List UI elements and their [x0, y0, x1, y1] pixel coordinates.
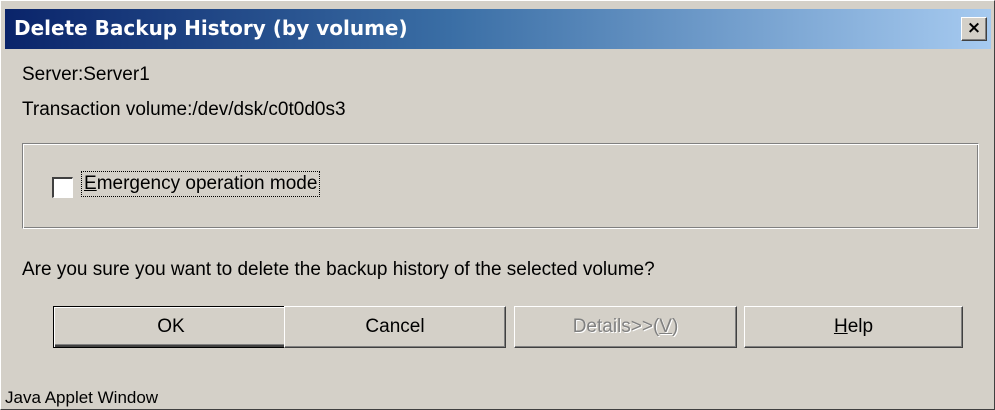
- details-label-suffix: ): [671, 316, 679, 337]
- emergency-mode-checkbox[interactable]: [52, 177, 73, 198]
- title-bar[interactable]: Delete Backup History (by volume) ×: [5, 9, 991, 49]
- confirmation-message: Are you sure you want to delete the back…: [22, 259, 655, 280]
- close-button[interactable]: ×: [961, 17, 987, 41]
- cancel-button[interactable]: Cancel: [284, 306, 506, 348]
- emergency-mode-label-text: mergency operation mode: [96, 173, 318, 194]
- help-button[interactable]: Help: [744, 306, 963, 348]
- emergency-mode-label[interactable]: Emergency operation mode: [80, 171, 321, 197]
- help-mnemonic: H: [833, 316, 848, 337]
- applet-window-footer: Java Applet Window: [5, 388, 159, 407]
- server-label: Server:Server1: [22, 64, 150, 85]
- help-label-text: elp: [847, 316, 874, 337]
- emergency-mode-mnemonic: E: [84, 173, 97, 194]
- ok-button[interactable]: OK: [53, 306, 289, 348]
- dialog-title: Delete Backup History (by volume): [14, 16, 408, 40]
- details-button[interactable]: Details>>(V): [514, 306, 737, 348]
- options-group: Emergency operation mode: [22, 143, 979, 229]
- details-mnemonic: V: [659, 316, 672, 337]
- dialog-window: Delete Backup History (by volume) × Serv…: [0, 0, 995, 410]
- details-label-prefix: Details>>(: [572, 316, 660, 337]
- close-icon: ×: [966, 18, 982, 38]
- transaction-volume-label: Transaction volume:/dev/dsk/c0t0d0s3: [22, 99, 346, 120]
